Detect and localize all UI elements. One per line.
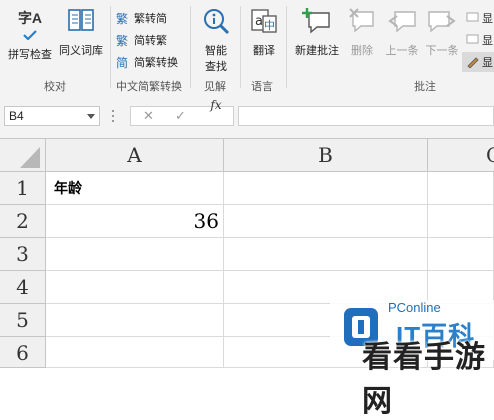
proofing-group-label: 校对 [44,81,66,93]
delete-comment-icon [349,8,374,33]
new-comment-label: 新建批注 [295,45,339,57]
show-all-comments-icon [466,34,479,44]
column-header-b[interactable]: B [224,139,428,172]
delete-comment-button[interactable]: 删除 [344,6,380,58]
name-box[interactable]: B4 [4,106,100,126]
ribbon: 字A 拼写检查 同义词库 校对 繁 繁转简 繁 简转繁 简 简繁转换 中文简繁转… [0,0,494,97]
svg-text:繁: 繁 [116,11,128,25]
row-header-1[interactable]: 1 [0,172,46,205]
previous-comment-button[interactable]: 上一条 [382,6,422,58]
convert-button[interactable]: 简 简繁转换 [116,54,178,70]
spelling-icon: 字A [17,10,43,26]
svg-text:中: 中 [264,19,275,32]
formula-input[interactable] [238,106,494,126]
cell-a3[interactable] [46,238,224,271]
thesaurus-label: 同义词库 [59,45,103,57]
cell-a4[interactable] [46,271,224,304]
cell-b2[interactable] [224,205,428,238]
cell-c2[interactable] [428,205,494,238]
column-header-c[interactable]: C [428,139,494,172]
book-icon [68,9,94,31]
cell-a1[interactable]: 年龄 [46,172,224,205]
divider [110,6,111,88]
select-all-triangle-icon [20,147,40,168]
thesaurus-button[interactable]: 同义词库 [56,6,106,58]
next-comment-button[interactable]: 下一条 [422,6,462,58]
column-header-a[interactable]: A [46,139,224,172]
divider [286,6,287,88]
cell-a6[interactable] [46,337,224,368]
trad-to-simp-button[interactable]: 繁 繁转简 [116,10,167,26]
previous-comment-label: 上一条 [385,45,419,57]
translate-icon: a 中 [251,9,277,33]
new-comment-button[interactable]: 新建批注 [290,6,344,58]
checkmark-icon [23,30,37,40]
spelling-button[interactable]: 字A 拼写检查 [4,6,56,62]
pconline-watermark-text: PConline [388,300,441,315]
svg-text:繁: 繁 [116,33,128,47]
convert-icon: 简 [116,56,128,69]
previous-comment-icon [388,11,416,33]
show-comment-label: 显 [482,13,493,25]
site-watermark-text: 看看手游网 [362,341,486,418]
chinese-group-label: 中文简繁转换 [116,81,182,93]
convert-label: 简繁转换 [134,57,178,69]
row-header-5[interactable]: 5 [0,304,46,337]
language-group-label: 语言 [251,81,273,93]
show-all-comments-label: 显 [482,35,493,47]
next-comment-icon [428,11,456,33]
show-comment-icon [466,12,479,22]
cell-b3[interactable] [224,238,428,271]
cell-b1[interactable] [224,172,428,205]
new-comment-icon [302,8,330,34]
divider [240,6,241,88]
cell-a2[interactable]: 36 [46,205,224,238]
smart-lookup-button[interactable]: 智能 查找 [196,6,236,74]
cell-c3[interactable] [428,238,494,271]
delete-comment-label: 删除 [351,45,373,57]
spelling-label: 拼写检查 [8,49,52,61]
simp-to-trad-button[interactable]: 繁 简转繁 [116,32,167,48]
svg-text:简: 简 [116,56,128,69]
show-ink-label: 显 [482,57,493,69]
drag-handle[interactable] [112,108,114,124]
next-comment-label: 下一条 [425,45,459,57]
insert-function-button[interactable]: fx [202,96,230,116]
row-header-6[interactable]: 6 [0,337,46,368]
svg-text:a: a [255,14,263,29]
simp-trad-icon: 繁 [116,33,128,47]
cell-a5[interactable] [46,304,224,337]
smart-lookup-label-1: 智能 [205,45,227,57]
cell-c1[interactable] [428,172,494,205]
smart-lookup-icon [204,9,230,35]
insights-group-label: 见解 [204,81,226,93]
formula-bar: B4 ✕ ✓ fx [0,96,494,138]
comments-group-label: 批注 [414,81,436,93]
enter-icon[interactable]: ✓ [175,108,186,124]
show-all-comments-button[interactable]: 显 [466,32,493,48]
translate-label: 翻译 [253,45,275,57]
name-box-value: B4 [9,109,24,123]
chevron-down-icon[interactable] [87,114,95,119]
show-comment-button[interactable]: 显 [466,10,493,26]
row-header-3[interactable]: 3 [0,238,46,271]
simp-to-trad-label: 简转繁 [134,35,167,47]
trad-to-simp-label: 繁转简 [134,13,167,25]
row-header-2[interactable]: 2 [0,205,46,238]
show-ink-button[interactable]: 显 [462,52,494,72]
pen-icon [467,57,479,68]
smart-lookup-label-2: 查找 [205,61,227,73]
translate-button[interactable]: a 中 翻译 [246,6,282,58]
divider [190,6,191,88]
select-all-corner[interactable] [0,139,46,172]
trad-simp-icon: 繁 [116,11,128,25]
row-header-4[interactable]: 4 [0,271,46,304]
cancel-icon[interactable]: ✕ [143,108,154,124]
